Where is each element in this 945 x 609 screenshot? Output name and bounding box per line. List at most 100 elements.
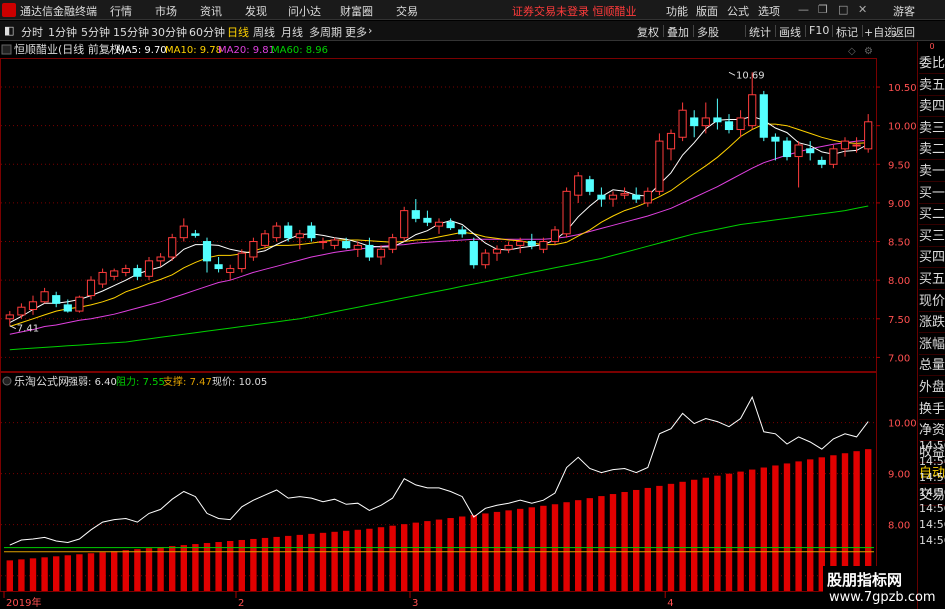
mark-button[interactable]: 标记 [836,24,858,40]
candle[interactable] [133,264,142,281]
tab-more[interactable]: 更多 [345,24,367,40]
candle[interactable] [643,187,652,207]
menu-market-quotes[interactable]: 行情 [110,3,132,19]
candle[interactable] [86,276,96,300]
candle[interactable] [75,295,84,313]
tab-daily[interactable]: 日线 [227,24,249,40]
tab-15min[interactable]: 15分钟 [113,24,149,40]
menu-layout[interactable]: 版面 [696,3,718,19]
menu-market[interactable]: 市场 [155,3,177,19]
menu-formula[interactable]: 公式 [727,3,749,19]
tab-intraday[interactable]: 分时 [21,24,43,40]
close-icon[interactable]: ✕ [858,3,867,16]
candle[interactable] [400,206,409,242]
candle[interactable] [574,172,583,203]
candle[interactable] [17,303,26,319]
candle[interactable] [272,222,281,242]
menu-functions[interactable]: 功能 [666,3,688,19]
side-tab-8[interactable]: 买三 [919,227,945,247]
candle[interactable] [713,98,722,130]
overlay-button[interactable]: 叠加 [667,24,689,40]
trade-login-notice[interactable]: 证券交易未登录 恒顺醋业 [512,3,637,19]
candle[interactable] [666,129,676,161]
candle[interactable] [5,311,14,326]
candle[interactable] [249,237,258,261]
side-tab-1[interactable]: 卖五 [919,76,945,96]
candle[interactable] [690,110,699,138]
candle[interactable] [678,102,687,142]
side-tab-7[interactable]: 买二 [919,205,945,226]
candle[interactable] [504,241,513,254]
back-button[interactable]: 返回 [893,24,915,40]
candle[interactable] [724,114,734,134]
candle[interactable] [307,222,316,242]
f10-button[interactable]: F10 [809,24,829,37]
candle[interactable] [423,210,432,227]
side-tab-9[interactable]: 买四 [919,248,945,269]
candle[interactable] [40,287,49,304]
candle[interactable] [214,256,223,273]
menu-trade[interactable]: 交易 [396,3,418,19]
candle[interactable] [481,249,490,269]
side-tab-4[interactable]: 卖二 [919,140,945,161]
side-tab-14[interactable]: 总量 [919,356,945,377]
side-tab-15[interactable]: 外盘 [919,378,945,398]
side-tab-16[interactable]: 换手 [919,400,945,420]
minimize-icon[interactable]: — [798,3,809,16]
indicator-panel[interactable] [4,395,874,591]
indicator-collapse-icon[interactable] [2,376,12,386]
tab-monthly[interactable]: 月线 [281,24,303,40]
candle[interactable] [202,237,212,273]
side-tab-12[interactable]: 涨跌 [919,313,945,334]
draw-line-button[interactable]: 画线 [779,24,801,40]
candle[interactable] [179,218,188,242]
side-tab-6[interactable]: 买一 [919,184,945,204]
tab-30min[interactable]: 30分钟 [151,24,187,40]
candle[interactable] [434,218,444,234]
side-tab-3[interactable]: 卖三 [919,119,945,139]
candle[interactable] [701,102,710,134]
maximize-icon[interactable]: □ [838,3,848,16]
kline-chart[interactable]: 10.69 7.41 10.50 10.00 9.50 9.00 8.50 8.00 7.50… [0,42,917,609]
candle[interactable] [516,237,525,254]
period-menu-icon[interactable] [1,44,12,55]
candle[interactable] [655,133,664,196]
restore-icon[interactable]: ❐ [818,3,828,16]
candle[interactable] [608,191,618,207]
side-tab-13[interactable]: 涨幅 [919,335,945,355]
candle[interactable] [121,264,130,277]
more-chevron-icon[interactable]: › [368,24,372,37]
candle[interactable] [597,187,606,207]
candlestick-panel[interactable]: 10.69 7.41 [5,70,873,351]
tab-5min[interactable]: 5分钟 [81,24,110,40]
candle[interactable] [620,187,629,200]
multi-stock-button[interactable]: 多股 [697,24,719,40]
indicator-menu-icon[interactable]: ⌄ [105,45,113,56]
candle[interactable] [110,268,119,281]
candle[interactable] [318,237,328,250]
candle[interactable] [829,144,838,169]
candle[interactable] [353,241,362,257]
tab-60min[interactable]: 60分钟 [189,24,225,40]
candle[interactable] [562,187,571,238]
side-tab-0[interactable]: 委比 [919,54,945,74]
candle[interactable] [237,249,246,273]
candle[interactable] [376,245,386,265]
candle[interactable] [806,141,815,161]
candle[interactable] [736,110,745,138]
candle[interactable] [469,237,478,269]
candle[interactable] [539,237,548,254]
tab-weekly[interactable]: 周线 [253,24,275,40]
statistics-button[interactable]: 统计 [749,24,771,40]
candle[interactable] [260,229,270,250]
menu-options[interactable]: 选项 [758,3,780,19]
candle[interactable] [864,114,873,153]
side-tab-2[interactable]: 卖四 [919,97,945,118]
candle[interactable] [585,175,594,196]
candle[interactable] [632,187,641,203]
menu-ask-xiaoda[interactable]: 问小达 [288,3,321,19]
guest-user[interactable]: 游客 [893,3,915,19]
menu-wealth-circle[interactable]: 财富圈 [340,3,373,19]
candle[interactable] [144,256,154,281]
tab-1min[interactable]: 1分钟 [48,24,77,40]
